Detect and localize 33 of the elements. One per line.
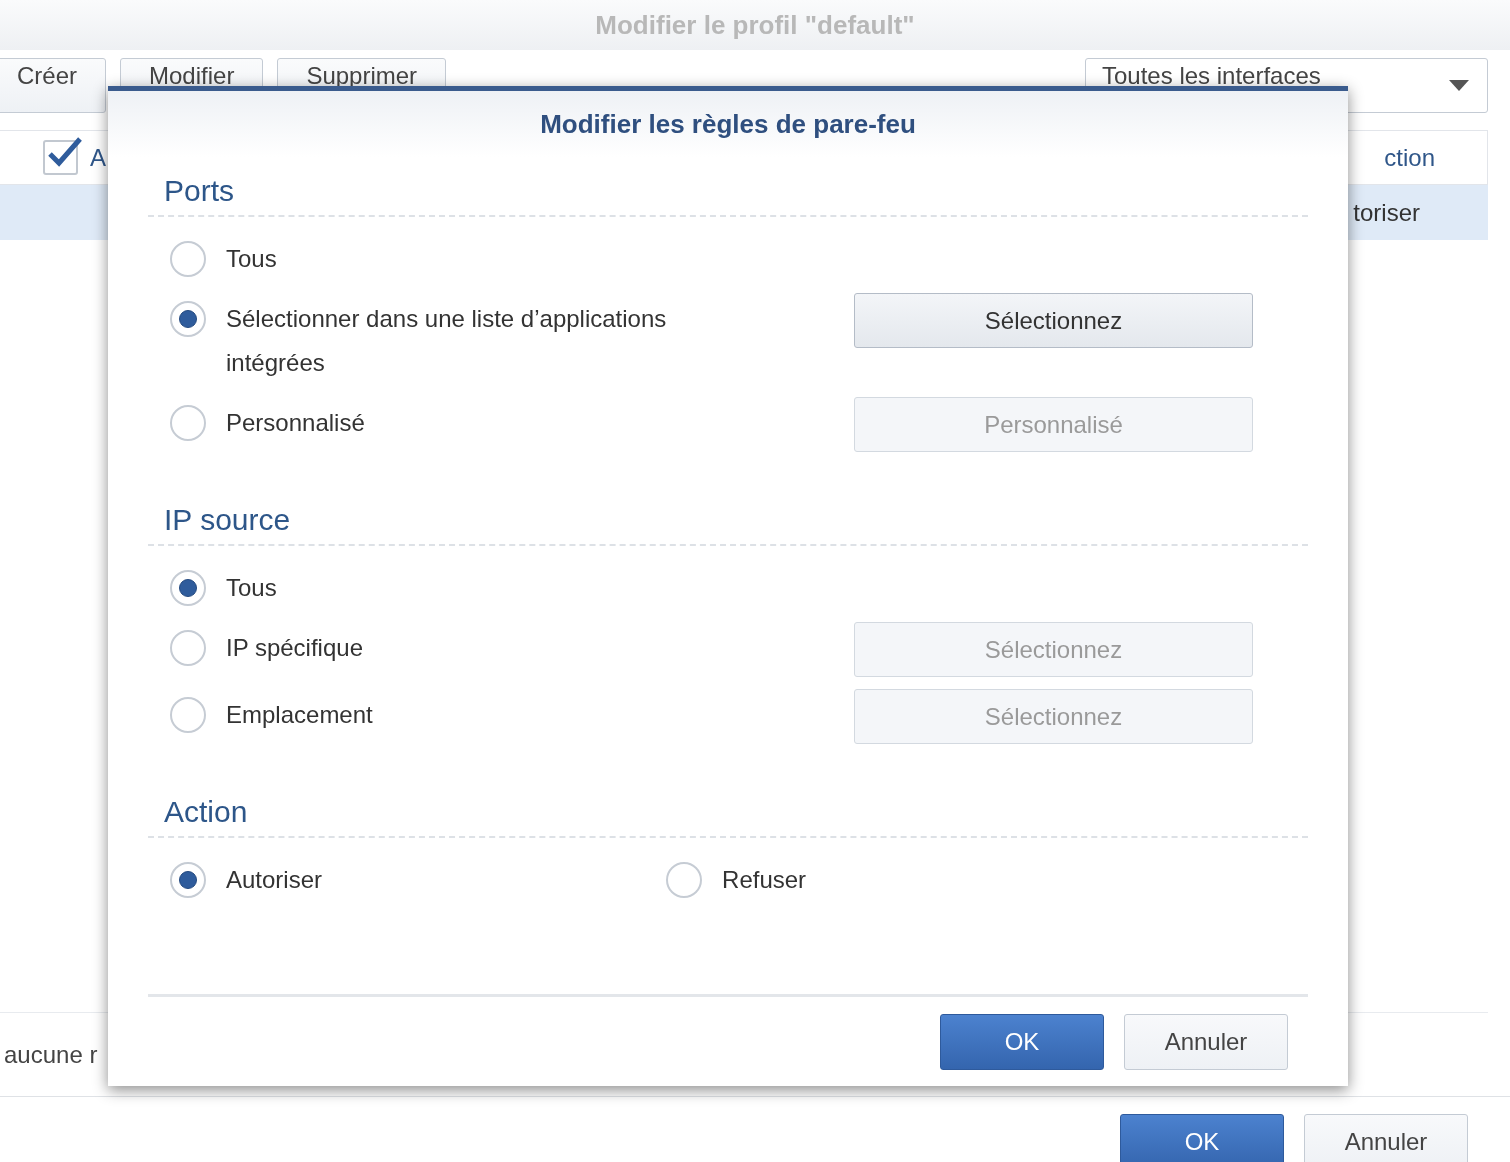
ok-button[interactable]: OK (940, 1013, 1104, 1070)
section-heading: Action (164, 793, 248, 830)
radio-button[interactable] (170, 630, 206, 666)
caret-icon (1449, 80, 1469, 91)
ok-button[interactable]: OK (1120, 1114, 1284, 1162)
dialog-title: Modifier les règles de pare-feu (540, 107, 916, 141)
window-title: Modifier le profil "default" (595, 8, 915, 42)
option-label: Emplacement (226, 700, 373, 730)
cancel-button[interactable]: Annuler (1124, 1013, 1288, 1070)
option-label: Tous (226, 244, 277, 274)
column-header: ction (1384, 142, 1435, 173)
radio-button[interactable] (170, 570, 206, 606)
cancel-button[interactable]: Annuler (1304, 1114, 1468, 1162)
select-button[interactable]: Sélectionnez (854, 293, 1253, 348)
section-heading: IP source (164, 501, 291, 538)
column-header: A (90, 142, 106, 173)
option-label: Autoriser (226, 865, 323, 895)
section-heading: Ports (164, 172, 235, 209)
status-text: aucune r (4, 1039, 98, 1070)
radio-button[interactable] (170, 405, 206, 441)
checkmark-icon (47, 136, 83, 168)
option-label: Sélectionner dans une liste d’applications intégrées (226, 304, 668, 378)
option-label: Personnalisé (226, 408, 365, 438)
radio-button[interactable] (170, 697, 206, 733)
table-cell-text: toriser (1353, 197, 1420, 228)
toolbar-button[interactable]: Créer (0, 58, 106, 113)
option-label: Refuser (722, 865, 807, 895)
option-label: Tous (226, 573, 277, 603)
radio-button[interactable] (170, 301, 206, 337)
radio-button[interactable] (666, 862, 703, 898)
radio-button[interactable] (170, 241, 206, 277)
radio-button[interactable] (170, 862, 206, 898)
option-label: IP spécifique (226, 633, 363, 663)
